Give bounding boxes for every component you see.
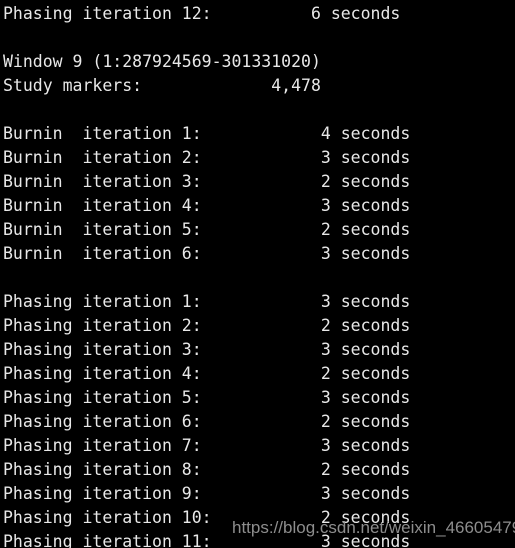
log-line-phasing: Phasing iteration 10: 2 seconds <box>3 508 411 527</box>
log-line-burnin: Burnin iteration 1: 4 seconds <box>3 124 411 143</box>
log-line-phasing: Phasing iteration 5: 3 seconds <box>3 388 411 407</box>
log-line-burnin: Burnin iteration 4: 3 seconds <box>3 196 411 215</box>
log-line-phasing: Phasing iteration 7: 3 seconds <box>3 436 411 455</box>
study-markers-line: Study markers: 4,478 <box>3 76 321 95</box>
phasing-section: Phasing iteration 1: 3 seconds Phasing i… <box>3 290 515 548</box>
log-line-phasing: Phasing iteration 1: 3 seconds <box>3 292 411 311</box>
window-header-line: Window 9 (1:287924569-301331020) <box>3 52 321 71</box>
log-line-phasing: Phasing iteration 3: 3 seconds <box>3 340 411 359</box>
log-line-phasing: Phasing iteration 6: 2 seconds <box>3 412 411 431</box>
log-line-burnin: Burnin iteration 6: 3 seconds <box>3 244 411 263</box>
burnin-section: Burnin iteration 1: 4 seconds Burnin ite… <box>3 122 515 266</box>
log-line-phasing: Phasing iteration 11: 3 seconds <box>3 532 411 548</box>
log-line-phasing: Phasing iteration 4: 2 seconds <box>3 364 411 383</box>
log-line-phasing: Phasing iteration 9: 3 seconds <box>3 484 411 503</box>
log-line-phasing: Phasing iteration 8: 2 seconds <box>3 460 411 479</box>
log-line-phasing-12-previous: Phasing iteration 12: 6 seconds <box>3 4 401 23</box>
log-line-phasing: Phasing iteration 2: 2 seconds <box>3 316 411 335</box>
terminal-output-pane[interactable]: Phasing iteration 12: 6 seconds Window 9… <box>0 0 515 548</box>
log-line-burnin: Burnin iteration 5: 2 seconds <box>3 220 411 239</box>
log-line-burnin: Burnin iteration 2: 3 seconds <box>3 148 411 167</box>
log-line-burnin: Burnin iteration 3: 2 seconds <box>3 172 411 191</box>
